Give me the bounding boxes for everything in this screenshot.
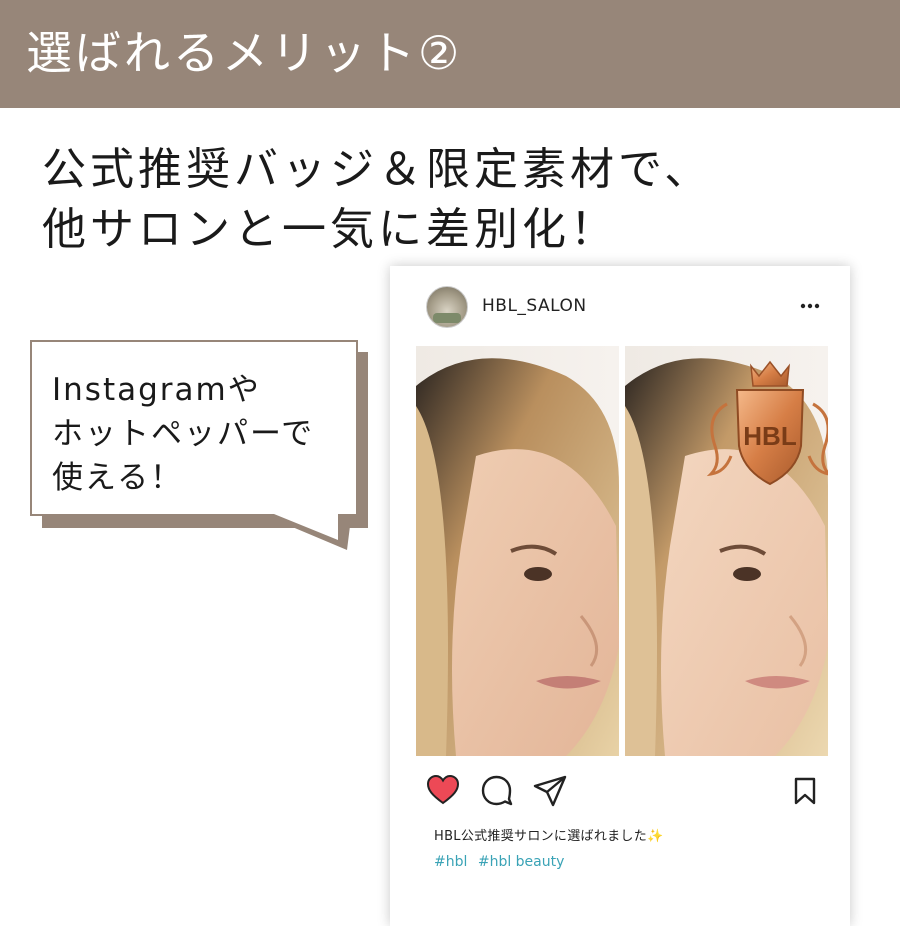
more-icon[interactable] [798, 296, 822, 316]
post-caption: HBL公式推奨サロンに選ばれました✨ [434, 825, 664, 844]
banner-title: 選ばれるメリット② [26, 26, 463, 80]
header-banner: 選ばれるメリット② [0, 0, 900, 108]
hashtags: #hbl #hbl beauty [434, 854, 570, 870]
bubble-text: Instagramや ホットペッパーで 使える！ [52, 368, 314, 500]
post-image[interactable]: HBL [416, 346, 828, 756]
sparkle-icon: ✨ [647, 829, 664, 844]
avatar[interactable] [426, 286, 468, 328]
bubble-line-3: 使える！ [52, 460, 184, 496]
comment-icon[interactable] [480, 774, 514, 806]
account-name[interactable]: HBL_SALON [482, 296, 587, 316]
caption-text: HBL公式推奨サロンに選ばれました [434, 829, 648, 844]
bubble-line-1: Instagramや [52, 372, 261, 408]
after-photo: HBL [625, 346, 828, 756]
hashtag-link[interactable]: #hbl beauty [478, 854, 565, 870]
instagram-post-card: HBL_SALON HBL HBL公式推奨サロンに選ばれました✨ #hbl #h… [390, 266, 850, 926]
headline: 公式推奨バッジ＆限定素材で、 他サロンと一気に差別化！ [42, 140, 712, 260]
headline-line-2: 他サロンと一気に差別化！ [42, 204, 618, 255]
bookmark-icon[interactable] [792, 776, 818, 806]
headline-line-1: 公式推奨バッジ＆限定素材で、 [42, 144, 713, 195]
speech-bubble: Instagramや ホットペッパーで 使える！ [30, 340, 358, 516]
hashtag-link[interactable]: #hbl [434, 854, 467, 870]
share-icon[interactable] [532, 774, 568, 808]
before-photo [416, 346, 619, 756]
bubble-line-2: ホットペッパーで [52, 416, 315, 452]
hbl-badge-text: HBL [743, 421, 797, 451]
heart-icon[interactable] [426, 774, 460, 806]
